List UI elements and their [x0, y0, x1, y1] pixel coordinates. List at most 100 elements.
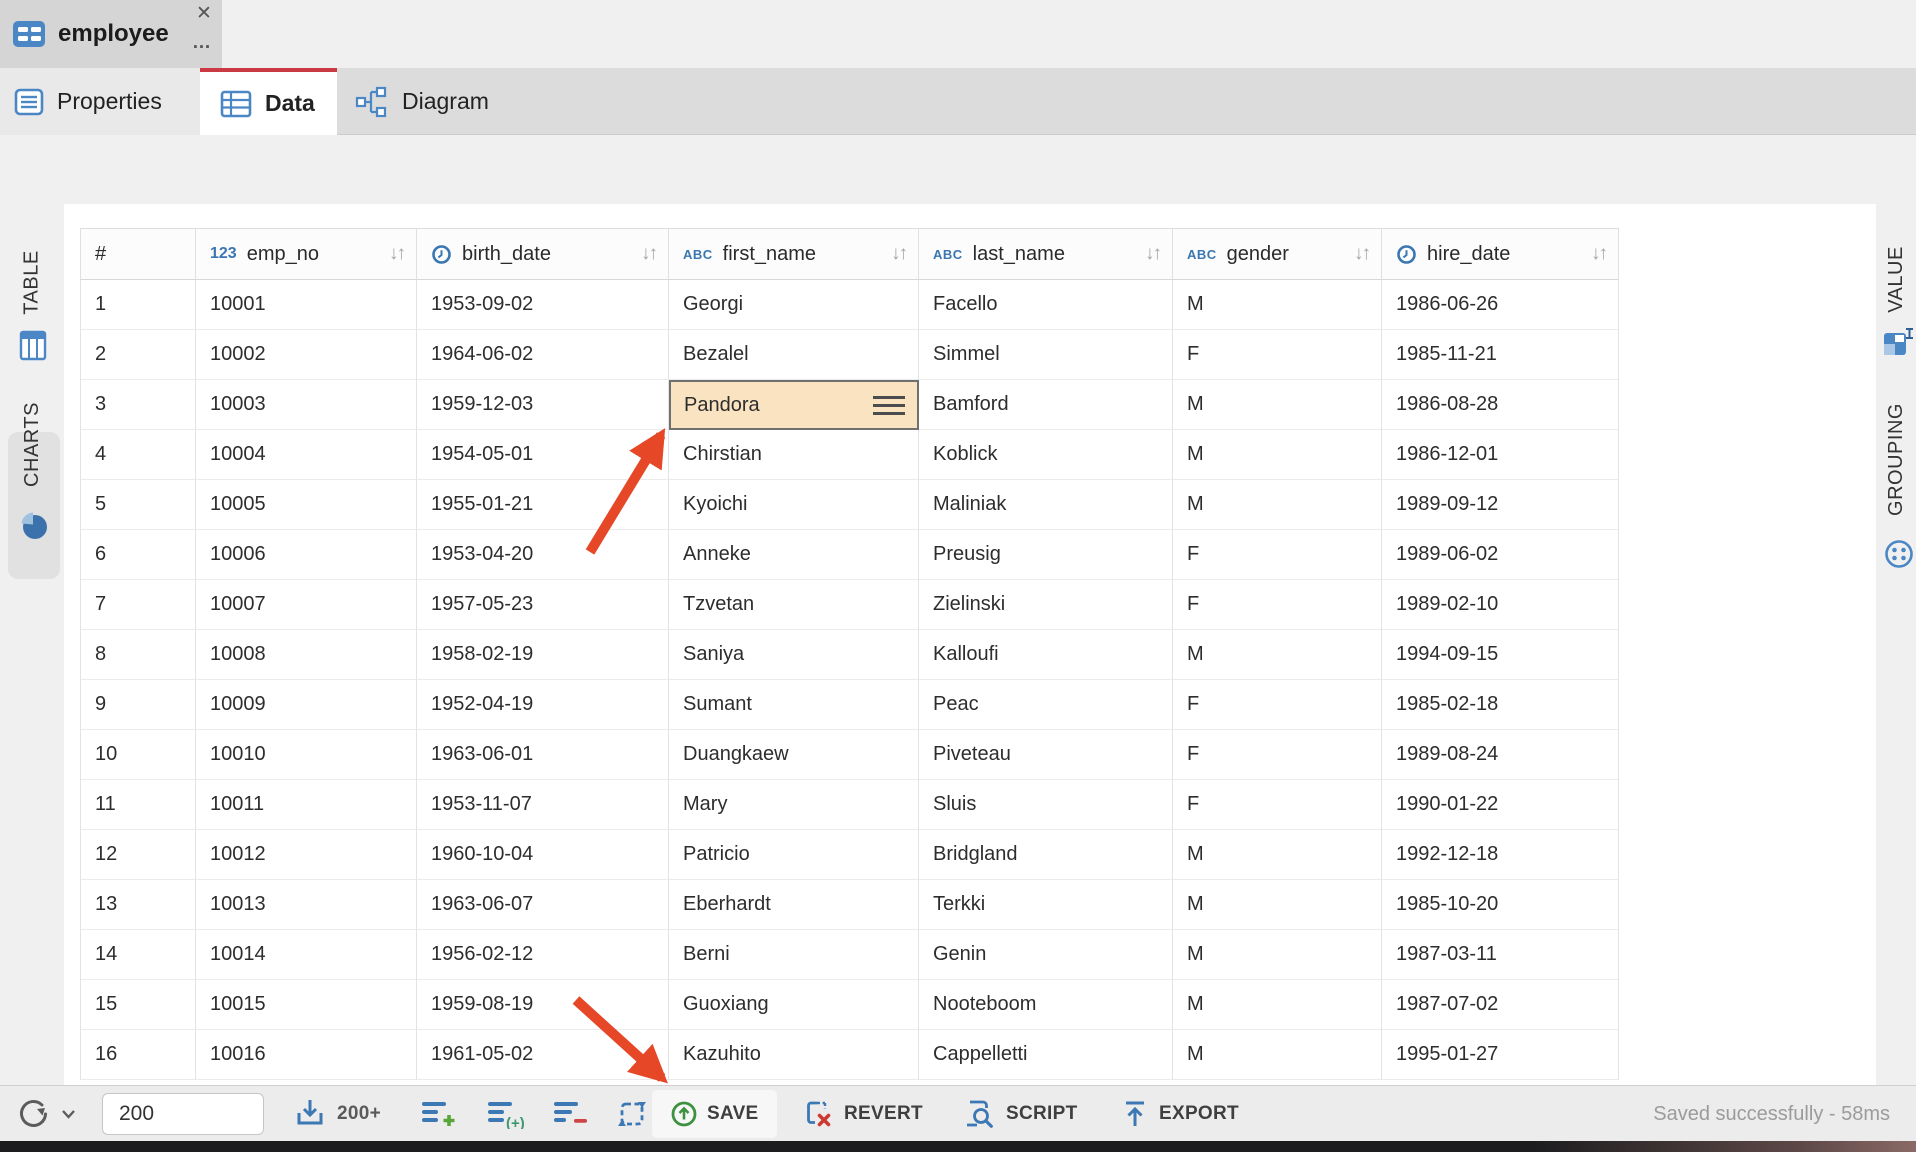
cell-hire_date[interactable]: 1987-07-02 [1382, 980, 1619, 1030]
cell-first_name[interactable]: Kyoichi [669, 480, 919, 530]
cell-last_name[interactable]: Cappelletti [919, 1030, 1173, 1080]
cell-last_name[interactable]: Facello [919, 280, 1173, 330]
cell-gender[interactable]: M [1173, 280, 1382, 330]
cell-birth_date[interactable]: 1959-12-03 [417, 380, 669, 430]
refresh-grid-button[interactable] [614, 1086, 650, 1142]
cell-first_name[interactable]: Chirstian [669, 430, 919, 480]
selected-cell[interactable]: Pandora [669, 380, 919, 430]
sort-icon[interactable]: ↓↑ [1591, 243, 1606, 265]
rail-tab-grouping[interactable]: GROUPING [1876, 382, 1916, 537]
tab-diagram[interactable]: Diagram [337, 68, 525, 135]
script-button[interactable]: SCRIPT [963, 1086, 1077, 1142]
cell-birth_date[interactable]: 1953-04-20 [417, 530, 669, 580]
refresh-result-button[interactable] [16, 1086, 76, 1142]
cell-emp_no[interactable]: 10013 [196, 880, 417, 930]
cell-first_name[interactable]: Bezalel [669, 330, 919, 380]
cell-gender[interactable]: F [1173, 530, 1382, 580]
cell-last_name[interactable]: Bridgland [919, 830, 1173, 880]
grouping-icon[interactable] [1883, 538, 1915, 570]
pie-chart-icon[interactable] [18, 510, 50, 542]
file-tab-employee[interactable]: employee ✕ … [0, 0, 222, 68]
cell-last_name[interactable]: Terkki [919, 880, 1173, 930]
cell-first_name[interactable]: Anneke [669, 530, 919, 580]
cell-birth_date[interactable]: 1956-02-12 [417, 930, 669, 980]
cell-emp_no[interactable]: 10011 [196, 780, 417, 830]
revert-button[interactable]: REVERT [803, 1086, 923, 1142]
cell-hire_date[interactable]: 1986-08-28 [1382, 380, 1619, 430]
cell-first_name[interactable]: Eberhardt [669, 880, 919, 930]
row-limit-input[interactable] [102, 1093, 264, 1135]
rail-tab-charts[interactable]: CHARTS [0, 384, 64, 504]
cell-hire_date[interactable]: 1992-12-18 [1382, 830, 1619, 880]
tab-properties[interactable]: Properties [0, 68, 200, 135]
sort-icon[interactable]: ↓↑ [389, 243, 404, 265]
cell-first_name[interactable]: Tzvetan [669, 580, 919, 630]
cell-birth_date[interactable]: 1963-06-01 [417, 730, 669, 780]
cell-last_name[interactable]: Preusig [919, 530, 1173, 580]
cell-hire_date[interactable]: 1985-11-21 [1382, 330, 1619, 380]
cell-hire_date[interactable]: 1989-06-02 [1382, 530, 1619, 580]
delete-row-button[interactable] [552, 1086, 589, 1142]
table-grid-icon[interactable] [19, 330, 47, 362]
cell-emp_no[interactable]: 10010 [196, 730, 417, 780]
column-header-birth_date[interactable]: birth_date↓↑ [417, 228, 669, 280]
cell-hire_date[interactable]: 1985-02-18 [1382, 680, 1619, 730]
rail-tab-table[interactable]: TABLE [0, 232, 64, 332]
cell-first_name[interactable]: Berni [669, 930, 919, 980]
cell-hire_date[interactable]: 1989-09-12 [1382, 480, 1619, 530]
cell-emp_no[interactable]: 10009 [196, 680, 417, 730]
cell-birth_date[interactable]: 1957-05-23 [417, 580, 669, 630]
cell-gender[interactable]: F [1173, 730, 1382, 780]
cell-emp_no[interactable]: 10001 [196, 280, 417, 330]
cell-gender[interactable]: F [1173, 580, 1382, 630]
cell-birth_date[interactable]: 1960-10-04 [417, 830, 669, 880]
cell-last_name[interactable]: Piveteau [919, 730, 1173, 780]
cell-gender[interactable]: M [1173, 430, 1382, 480]
sort-icon[interactable]: ↓↑ [641, 243, 656, 265]
more-dots-icon[interactable]: … [192, 32, 212, 54]
cell-emp_no[interactable]: 10005 [196, 480, 417, 530]
cell-first_name[interactable]: Mary [669, 780, 919, 830]
cell-gender[interactable]: F [1173, 680, 1382, 730]
cell-first_name[interactable]: Sumant [669, 680, 919, 730]
cell-last_name[interactable]: Simmel [919, 330, 1173, 380]
cell-hire_date[interactable]: 1985-10-20 [1382, 880, 1619, 930]
cell-gender[interactable]: F [1173, 780, 1382, 830]
cell-first_name[interactable]: Duangkaew [669, 730, 919, 780]
cell-birth_date[interactable]: 1952-04-19 [417, 680, 669, 730]
cell-hire_date[interactable]: 1989-08-24 [1382, 730, 1619, 780]
cell-emp_no[interactable]: 10003 [196, 380, 417, 430]
cell-last_name[interactable]: Peac [919, 680, 1173, 730]
column-header-hire_date[interactable]: hire_date↓↑ [1382, 228, 1619, 280]
cell-gender[interactable]: M [1173, 980, 1382, 1030]
cell-hire_date[interactable]: 1989-02-10 [1382, 580, 1619, 630]
cell-last_name[interactable]: Zielinski [919, 580, 1173, 630]
cell-emp_no[interactable]: 10007 [196, 580, 417, 630]
tab-data[interactable]: Data [200, 68, 337, 135]
cell-gender[interactable]: M [1173, 380, 1382, 430]
cell-gender[interactable]: M [1173, 1030, 1382, 1080]
column-header-last_name[interactable]: ABClast_name↓↑ [919, 228, 1173, 280]
close-icon[interactable]: ✕ [196, 2, 212, 25]
save-button[interactable]: SAVE [652, 1090, 777, 1138]
cell-emp_no[interactable]: 10012 [196, 830, 417, 880]
cell-hire_date[interactable]: 1986-12-01 [1382, 430, 1619, 480]
sort-icon[interactable]: ↓↑ [1354, 243, 1369, 265]
cell-gender[interactable]: M [1173, 830, 1382, 880]
cell-last_name[interactable]: Kalloufi [919, 630, 1173, 680]
column-header-gender[interactable]: ABCgender↓↑ [1173, 228, 1382, 280]
cell-gender[interactable]: F [1173, 330, 1382, 380]
cell-first_name[interactable]: Kazuhito [669, 1030, 919, 1080]
cell-hire_date[interactable]: 1994-09-15 [1382, 630, 1619, 680]
cell-last_name[interactable]: Nooteboom [919, 980, 1173, 1030]
cell-emp_no[interactable]: 10014 [196, 930, 417, 980]
cell-hire_date[interactable]: 1987-03-11 [1382, 930, 1619, 980]
column-header-row-number[interactable]: # [80, 228, 196, 280]
cell-hire_date[interactable]: 1995-01-27 [1382, 1030, 1619, 1080]
cell-birth_date[interactable]: 1964-06-02 [417, 330, 669, 380]
sort-icon[interactable]: ↓↑ [891, 243, 906, 265]
cell-menu-icon[interactable] [873, 396, 905, 415]
cell-gender[interactable]: M [1173, 880, 1382, 930]
cell-first_name[interactable]: Patricio [669, 830, 919, 880]
export-button[interactable]: EXPORT [1120, 1086, 1239, 1142]
